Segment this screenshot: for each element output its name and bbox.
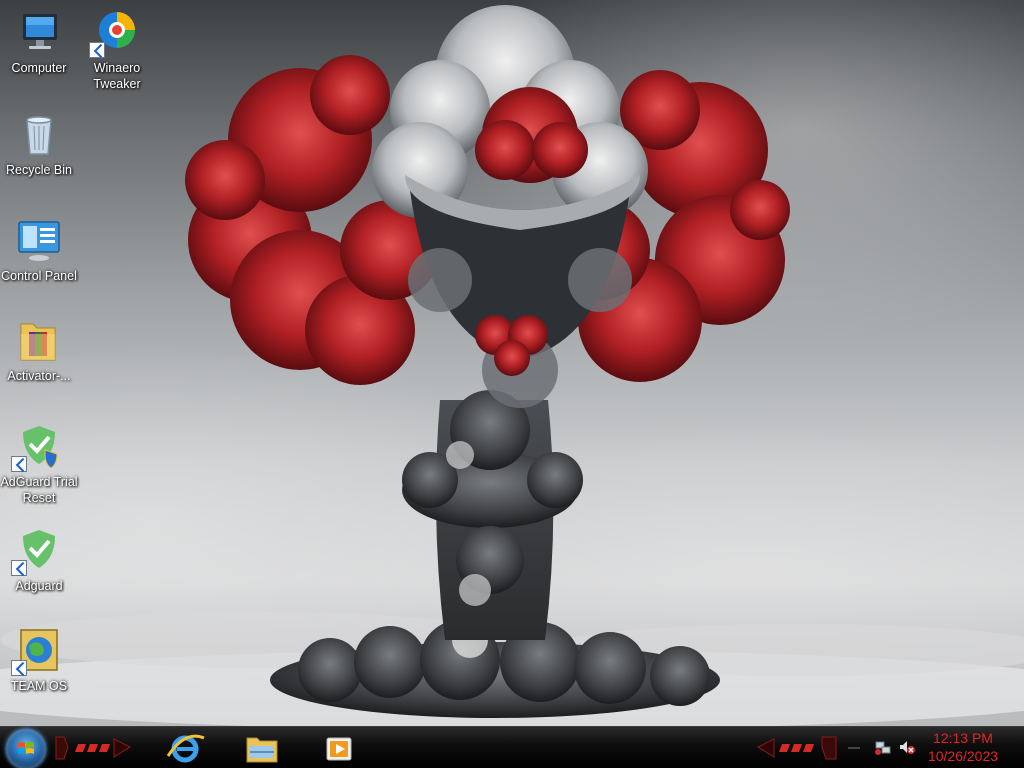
taskbar: 12:13 PM 10/26/2023 — [0, 726, 1024, 768]
taskbar-media-player[interactable] — [314, 730, 364, 768]
control-panel-icon — [15, 216, 63, 264]
desktop-icon-label: Control Panel — [1, 269, 77, 283]
desktop-icon-label: Winaero Tweaker — [93, 61, 141, 91]
desktop-icon-label: Computer — [11, 61, 67, 75]
taskbar-file-explorer[interactable] — [237, 730, 287, 768]
start-button[interactable] — [6, 729, 46, 768]
computer-icon — [15, 8, 63, 56]
desktop-icon-winaero-tweaker[interactable]: Winaero Tweaker — [78, 8, 156, 92]
desktop-wallpaper — [0, 0, 1024, 726]
adguard-trial-reset-icon — [11, 422, 63, 472]
tray-clock[interactable]: 12:13 PM 10/26/2023 — [920, 729, 1006, 765]
clock-time: 12:13 PM — [933, 730, 993, 746]
network-icon[interactable] — [874, 738, 892, 756]
adguard-icon — [11, 526, 63, 576]
internet-explorer-icon — [166, 734, 205, 763]
shortcut-arrow-icon — [11, 560, 27, 576]
shortcut-arrow-icon — [89, 42, 105, 58]
tray-separator — [848, 747, 860, 749]
desktop-icon-adguard-trial-reset[interactable]: AdGuard Trial Reset — [0, 422, 78, 506]
file-explorer-icon — [246, 737, 278, 763]
windows-logo-icon — [18, 742, 34, 754]
media-player-icon — [326, 737, 352, 761]
desktop-icon-label: Adguard — [15, 579, 63, 593]
desktop-icon-label: AdGuard Trial Reset — [0, 475, 78, 505]
recycle-bin-icon — [15, 110, 63, 158]
desktop-icon-activator[interactable]: Activator-... — [0, 316, 78, 384]
taskbar-ornament-left — [55, 736, 132, 760]
shortcut-arrow-icon — [11, 456, 27, 472]
winaero-tweaker-icon — [89, 8, 141, 58]
shortcut-arrow-icon — [11, 660, 27, 676]
taskbar-ornament-right — [756, 736, 837, 760]
desktop-icon-label: Activator-... — [7, 369, 71, 383]
desktop-icon-computer[interactable]: Computer — [0, 8, 78, 76]
desktop-icon-adguard[interactable]: Adguard — [0, 526, 78, 594]
taskbar-internet-explorer[interactable] — [160, 730, 210, 768]
desktop-icon-label: TEAM OS — [10, 679, 68, 693]
desktop-icon-label: Recycle Bin — [6, 163, 72, 177]
volume-muted-icon[interactable] — [898, 738, 916, 756]
clock-date: 10/26/2023 — [927, 748, 999, 764]
folder-icon — [15, 316, 63, 364]
team-os-icon — [11, 626, 63, 676]
desktop-icon-control-panel[interactable]: Control Panel — [0, 216, 78, 284]
desktop-icon-team-os[interactable]: TEAM OS — [0, 626, 78, 694]
wallpaper-art — [0, 5, 1024, 726]
desktop-icon-recycle-bin[interactable]: Recycle Bin — [0, 110, 78, 178]
